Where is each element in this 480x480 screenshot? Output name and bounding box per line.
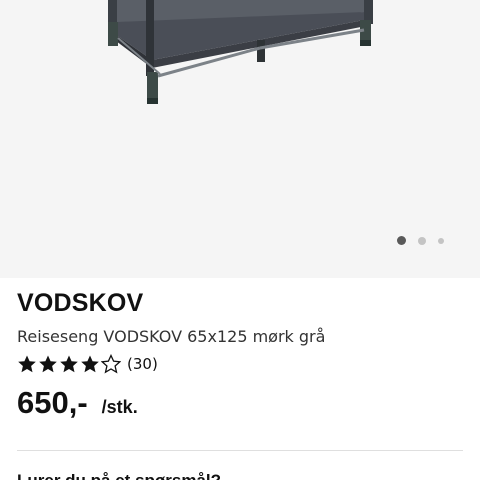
question-heading[interactable]: Lurer du på et spørsmål? — [17, 471, 221, 480]
star-filled-icon — [18, 355, 36, 373]
star-filled-icon — [60, 355, 78, 373]
star-empty-icon — [101, 354, 121, 374]
gallery-pagination[interactable] — [397, 236, 444, 245]
price-unit: /stk. — [101, 397, 138, 417]
product-rating[interactable]: (30) — [17, 354, 158, 374]
star-filled-icon — [39, 355, 57, 373]
rating-count[interactable]: (30) — [127, 355, 158, 373]
product-title: VODSKOV — [17, 289, 144, 317]
gallery-dot-1[interactable] — [397, 236, 406, 245]
gallery-dot-3[interactable] — [438, 237, 444, 244]
product-info: VODSKOV Reiseseng VODSKOV 65x125 mørk gr… — [0, 278, 480, 480]
gallery-dot-2[interactable] — [418, 236, 426, 245]
product-image-gallery[interactable] — [0, 0, 480, 278]
product-price: 650,- /stk. — [17, 385, 138, 421]
price-value: 650,- — [17, 385, 88, 420]
star-filled-icon — [81, 355, 99, 373]
rating-stars — [17, 354, 121, 374]
section-divider — [17, 450, 463, 451]
product-description: Reiseseng VODSKOV 65x125 mørk grå — [17, 327, 326, 346]
